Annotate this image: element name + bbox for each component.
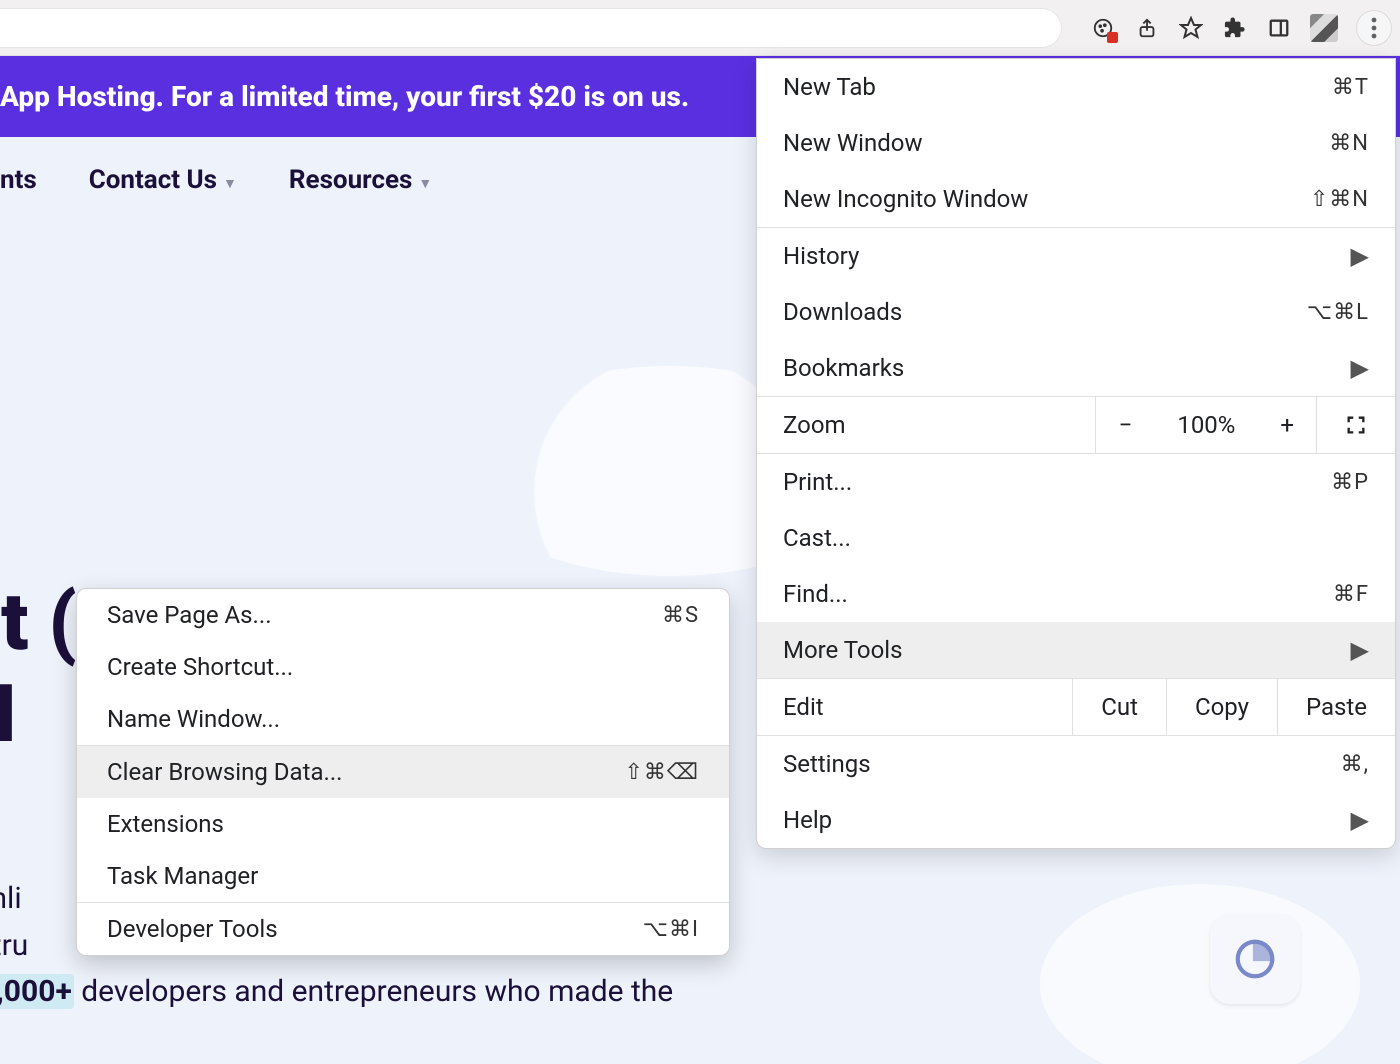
highlight-count: 55,000+ — [0, 974, 74, 1009]
submenu-extensions[interactable]: Extensions — [77, 798, 729, 850]
nav-item-resources[interactable]: Resources▼ — [289, 165, 432, 195]
chrome-main-menu: New Tab⌘T New Window⌘N New Incognito Win… — [756, 58, 1396, 849]
paste-button[interactable]: Paste — [1277, 679, 1395, 735]
edit-label: Edit — [757, 679, 1072, 735]
nav-item-contact[interactable]: Contact Us▼ — [89, 165, 237, 195]
submenu-arrow-icon: ▶ — [1351, 242, 1369, 270]
copy-button[interactable]: Copy — [1166, 679, 1277, 735]
menu-downloads[interactable]: Downloads⌥⌘L — [757, 284, 1395, 340]
extensions-icon[interactable] — [1222, 15, 1248, 41]
address-bar[interactable] — [0, 8, 1062, 48]
submenu-task-manager[interactable]: Task Manager — [77, 850, 729, 902]
menu-help[interactable]: Help▶ — [757, 792, 1395, 848]
submenu-arrow-icon: ▶ — [1351, 354, 1369, 382]
pie-widget-icon[interactable] — [1210, 914, 1300, 1004]
menu-history[interactable]: History▶ — [757, 228, 1395, 284]
submenu-name-window[interactable]: Name Window... — [77, 693, 729, 745]
browser-toolbar — [0, 0, 1400, 56]
menu-cast[interactable]: Cast... — [757, 510, 1395, 566]
menu-settings[interactable]: Settings⌘, — [757, 736, 1395, 792]
menu-more-tools[interactable]: More Tools▶ — [757, 622, 1395, 678]
zoom-label: Zoom — [757, 397, 1095, 453]
menu-print[interactable]: Print...⌘P — [757, 454, 1395, 510]
submenu-clear-browsing-data[interactable]: Clear Browsing Data...⇧⌘⌫ — [77, 746, 729, 798]
nav-item-partial[interactable]: nts — [0, 165, 37, 195]
chevron-down-icon: ▼ — [418, 176, 432, 192]
menu-new-tab[interactable]: New Tab⌘T — [757, 59, 1395, 115]
zoom-out-button[interactable]: − — [1096, 397, 1155, 453]
hero-heading: st ( N — [0, 576, 77, 760]
menu-new-window[interactable]: New Window⌘N — [757, 115, 1395, 171]
cookies-blocked-icon[interactable] — [1090, 15, 1116, 41]
submenu-developer-tools[interactable]: Developer Tools⌥⌘I — [77, 903, 729, 955]
menu-zoom: Zoom − 100% + — [757, 397, 1395, 453]
submenu-arrow-icon: ▶ — [1351, 806, 1369, 834]
share-icon[interactable] — [1134, 15, 1160, 41]
menu-bookmarks[interactable]: Bookmarks▶ — [757, 340, 1395, 396]
chevron-down-icon: ▼ — [223, 176, 237, 192]
submenu-create-shortcut[interactable]: Create Shortcut... — [77, 641, 729, 693]
zoom-in-button[interactable]: + — [1257, 397, 1316, 453]
zoom-level: 100% — [1154, 397, 1257, 453]
menu-find[interactable]: Find...⌘F — [757, 566, 1395, 622]
more-tools-submenu: Save Page As...⌘S Create Shortcut... Nam… — [76, 588, 730, 956]
star-icon[interactable] — [1178, 15, 1204, 41]
menu-edit-row: Edit Cut Copy Paste — [757, 679, 1395, 735]
submenu-arrow-icon: ▶ — [1351, 636, 1369, 664]
profile-avatar[interactable] — [1310, 14, 1338, 42]
fullscreen-button[interactable] — [1316, 397, 1395, 453]
menu-incognito[interactable]: New Incognito Window⇧⌘N — [757, 171, 1395, 227]
submenu-save-page[interactable]: Save Page As...⌘S — [77, 589, 729, 641]
cut-button[interactable]: Cut — [1072, 679, 1166, 735]
chrome-menu-button[interactable] — [1356, 10, 1392, 46]
side-panel-icon[interactable] — [1266, 15, 1292, 41]
cloud-decoration — [1040, 884, 1360, 1064]
